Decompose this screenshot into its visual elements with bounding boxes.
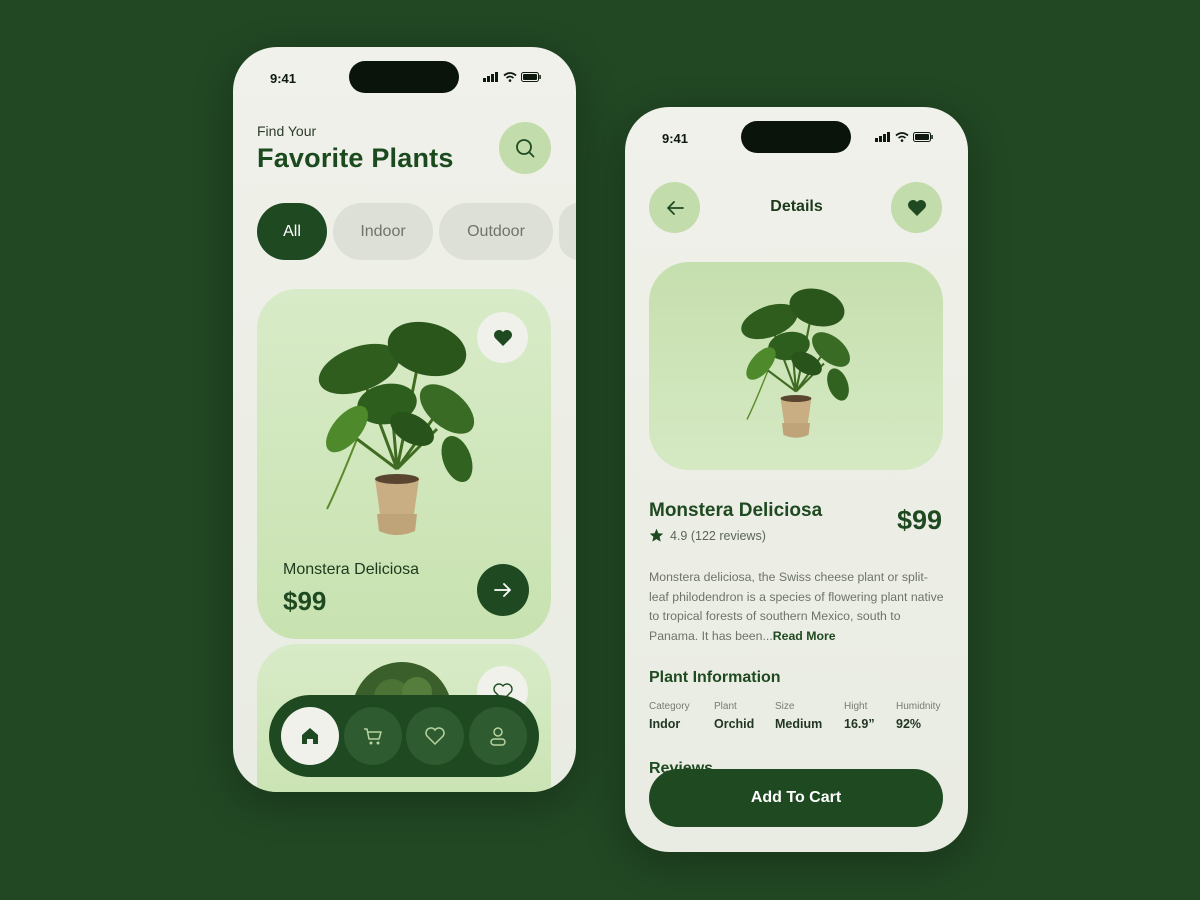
greeting: Find Your	[257, 123, 317, 139]
home-icon	[302, 728, 318, 744]
battery-icon	[913, 132, 933, 142]
star-icon	[649, 528, 664, 542]
info-plant: Plant Orchid	[714, 701, 754, 731]
favorite-button[interactable]	[891, 182, 942, 233]
signal-icon	[875, 132, 890, 142]
read-more-link[interactable]: Read More	[773, 629, 836, 643]
status-time: 9:41	[270, 71, 297, 86]
open-details-button[interactable]	[477, 564, 529, 616]
plant-description: Monstera deliciosa, the Swiss cheese pla…	[649, 568, 945, 646]
dynamic-island	[741, 121, 851, 153]
signal-icon	[483, 72, 498, 82]
rating-text: 4.9 (122 reviews)	[670, 528, 766, 543]
info-height: Hight 16.9”	[844, 701, 875, 731]
info-value: 92%	[896, 717, 922, 731]
plant-name: Monstera Deliciosa	[649, 500, 823, 521]
status-icons	[875, 132, 933, 142]
plant-hero-image	[649, 262, 943, 470]
category-tabs: All Indoor Outdoor	[257, 203, 576, 260]
tab-outdoor[interactable]: Outdoor	[439, 203, 553, 260]
home-screen: 9:41 Find Your Favorite Plants All Indoo…	[233, 47, 576, 792]
nav-home[interactable]	[281, 707, 339, 765]
plant-card[interactable]: Monstera Deliciosa $99	[257, 289, 551, 639]
info-label: Humidnity	[896, 701, 941, 712]
cart-icon	[363, 728, 382, 745]
battery-icon	[521, 72, 541, 82]
plant-name: Monstera Deliciosa	[283, 561, 420, 578]
page-title: Favorite Plants	[257, 143, 454, 173]
search-button[interactable]	[499, 122, 551, 174]
nav-profile[interactable]	[468, 707, 527, 765]
info-value: 16.9”	[844, 717, 875, 731]
arrow-right-icon	[494, 583, 511, 597]
details-screen: 9:41 Details Monstera Deliciosa 4.9 (122…	[625, 107, 968, 852]
wifi-icon	[503, 72, 517, 82]
heart-icon	[907, 199, 926, 216]
info-humidity: Humidnity 92%	[896, 701, 940, 731]
tab-indoor[interactable]: Indoor	[333, 203, 433, 260]
nav-cart[interactable]	[343, 707, 402, 765]
info-label: Category	[649, 701, 690, 712]
info-label: Size	[775, 701, 795, 712]
status-time: 9:41	[662, 131, 689, 146]
plant-price: $99	[896, 505, 942, 535]
plant-image	[297, 309, 497, 549]
tab-more[interactable]	[559, 203, 576, 260]
info-size: Size Medium	[775, 701, 822, 731]
favorite-button[interactable]	[477, 312, 528, 363]
heart-icon	[425, 727, 446, 746]
info-value: Indor	[649, 717, 681, 731]
add-to-cart-button[interactable]: Add To Cart	[649, 769, 943, 827]
info-value: Medium	[775, 717, 823, 731]
search-icon	[516, 139, 535, 158]
plant-price: $99	[283, 586, 327, 616]
user-icon	[490, 727, 506, 746]
info-value: Orchid	[714, 717, 755, 731]
nav-favorites[interactable]	[406, 707, 465, 765]
info-label: Hight	[844, 701, 868, 712]
plant-image	[726, 276, 866, 451]
plant-info-title: Plant Information	[649, 669, 781, 686]
dynamic-island	[349, 61, 459, 93]
bottom-navigation	[269, 695, 539, 777]
info-label: Plant	[714, 701, 737, 712]
info-category: Category Indor	[649, 701, 690, 731]
tab-all[interactable]: All	[257, 203, 327, 260]
rating: 4.9 (122 reviews)	[649, 528, 766, 543]
status-icons	[483, 72, 541, 82]
wifi-icon	[895, 132, 909, 142]
heart-icon	[493, 329, 512, 346]
